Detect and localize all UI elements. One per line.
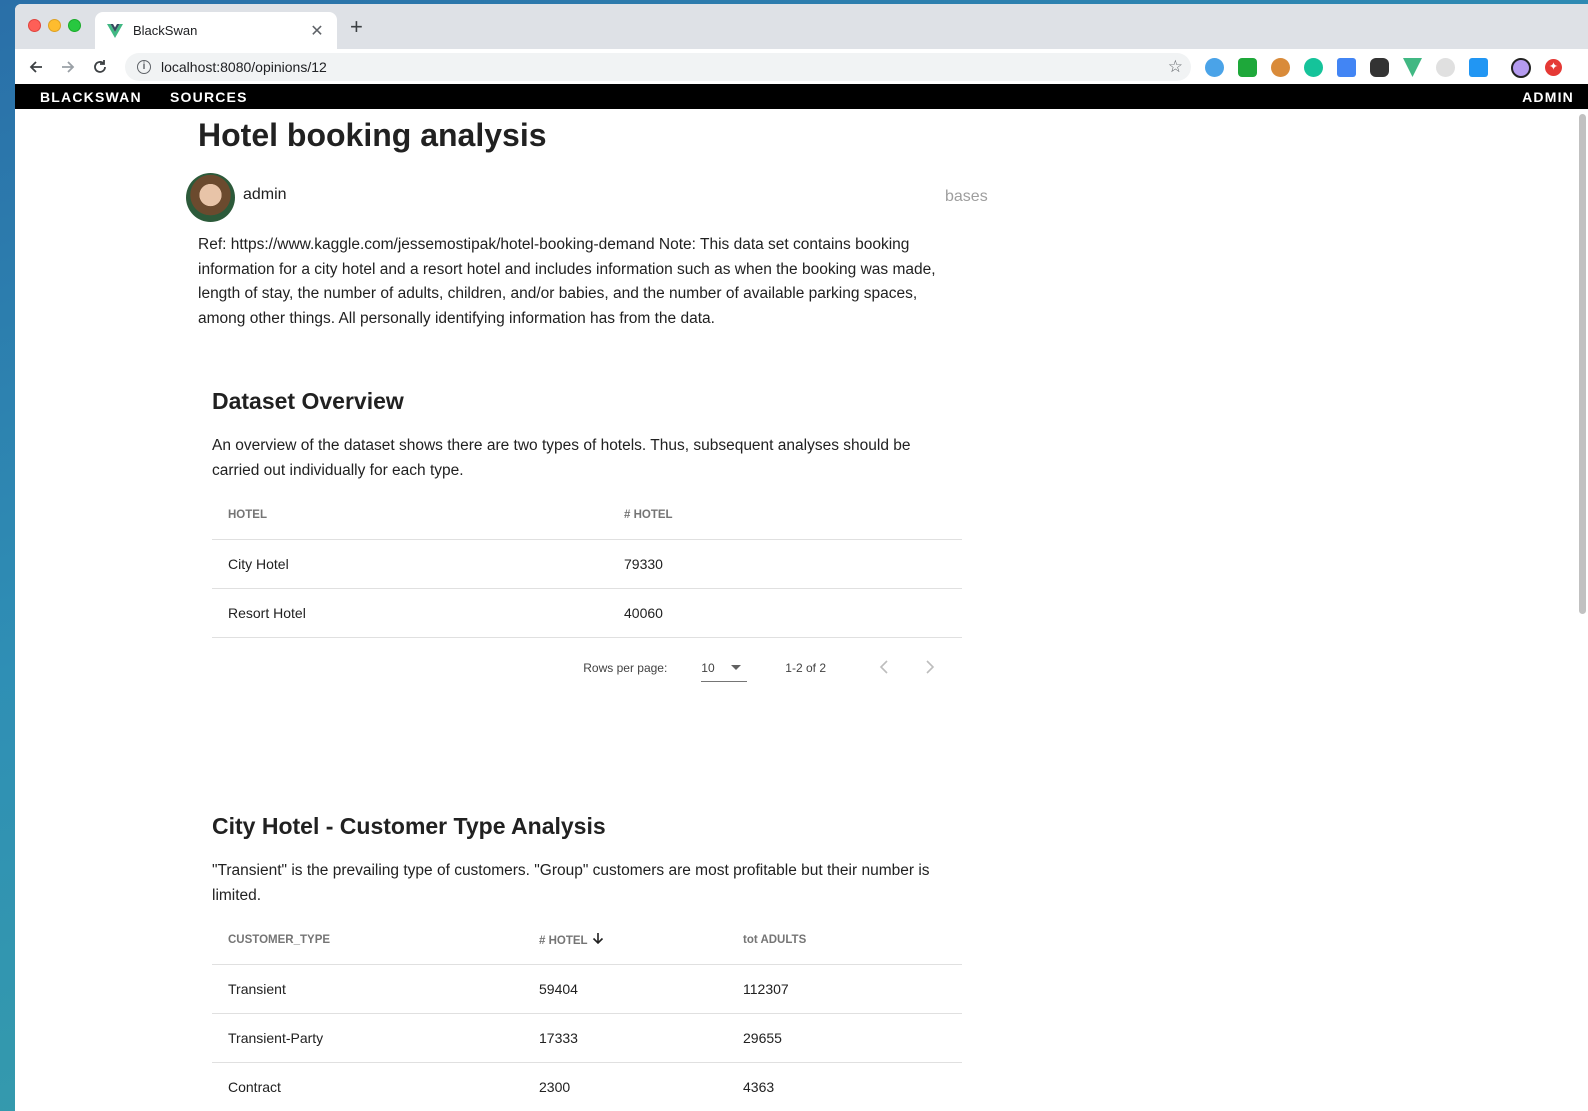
profile-avatar[interactable] bbox=[1511, 58, 1531, 78]
chevron-left-icon bbox=[879, 659, 888, 674]
rows-per-page-label: Rows per page: bbox=[583, 661, 668, 675]
extension-icon[interactable] bbox=[1370, 58, 1389, 77]
vue-devtools-icon[interactable] bbox=[1403, 58, 1422, 77]
prev-page-button[interactable] bbox=[870, 658, 898, 679]
extensions-bar bbox=[1205, 58, 1488, 77]
rows-per-page-value: 10 bbox=[701, 660, 715, 675]
extension-red-icon[interactable]: ✦ bbox=[1545, 59, 1562, 76]
table-cell: 29655 bbox=[727, 1013, 962, 1063]
maximize-window-button[interactable] bbox=[68, 19, 81, 32]
overview-title: Dataset Overview bbox=[212, 388, 404, 414]
chevron-right-icon bbox=[926, 659, 935, 674]
browser-toolbar: i localhost:8080/opinions/12 ☆ ✦ bbox=[15, 49, 1588, 85]
browser-window: BlackSwan ✕ + i localhost:8080/opinions/… bbox=[15, 4, 1588, 1111]
rows-per-page-select[interactable]: 10 bbox=[701, 660, 748, 682]
table-cell: 17333 bbox=[523, 1013, 727, 1063]
table-header-row: CUSTOMER_TYPE # HOTEL tot ADULTS bbox=[212, 916, 962, 965]
table-row: Contract 2300 4363 bbox=[212, 1062, 962, 1111]
pagination-range: 1-2 of 2 bbox=[785, 661, 826, 675]
column-header[interactable]: HOTEL bbox=[212, 491, 608, 540]
forward-button[interactable] bbox=[57, 56, 79, 78]
table-cell: Transient-Party bbox=[212, 1013, 523, 1063]
nav-sources[interactable]: SOURCES bbox=[170, 89, 248, 105]
customer-type-table: CUSTOMER_TYPE # HOTEL tot ADULTS Transie… bbox=[212, 916, 962, 1111]
table-cell: 112307 bbox=[727, 964, 962, 1014]
column-header[interactable]: # HOTEL bbox=[608, 491, 962, 540]
page-title: Hotel booking analysis bbox=[198, 117, 547, 153]
translate-icon[interactable] bbox=[1337, 58, 1356, 77]
nav-admin[interactable]: ADMIN bbox=[1522, 89, 1574, 105]
shield-extension-icon[interactable] bbox=[1238, 58, 1257, 77]
close-window-button[interactable] bbox=[28, 19, 41, 32]
table-row: Transient-Party 17333 29655 bbox=[212, 1013, 962, 1063]
table-header-row: HOTEL # HOTEL bbox=[212, 491, 962, 540]
extension-icon[interactable] bbox=[1436, 58, 1455, 77]
url-text[interactable]: localhost:8080/opinions/12 bbox=[161, 59, 327, 75]
article-content: Hotel booking analysis admin bases Ref: … bbox=[15, 109, 1588, 1111]
next-page-button[interactable] bbox=[916, 658, 944, 679]
article-tag: bases bbox=[945, 188, 988, 205]
column-header-label: # HOTEL bbox=[539, 935, 588, 948]
table-row: Transient 59404 112307 bbox=[212, 964, 962, 1014]
overview-text: An overview of the dataset shows there a… bbox=[212, 437, 911, 479]
table-cell: 40060 bbox=[608, 588, 962, 638]
column-header-sorted[interactable]: # HOTEL bbox=[523, 916, 727, 965]
reload-button[interactable] bbox=[89, 56, 111, 78]
overview-table: HOTEL # HOTEL City Hotel 79330 Resort Ho… bbox=[212, 491, 962, 638]
customer-title: City Hotel - Customer Type Analysis bbox=[212, 813, 606, 839]
tab-title: BlackSwan bbox=[133, 23, 198, 38]
table-cell: Transient bbox=[212, 964, 523, 1014]
extension-icon[interactable] bbox=[1271, 58, 1290, 77]
table-row: City Hotel 79330 bbox=[212, 539, 962, 589]
download-icon[interactable] bbox=[1469, 58, 1488, 77]
author-name: admin bbox=[243, 186, 287, 203]
minimize-window-button[interactable] bbox=[48, 19, 61, 32]
sort-arrow-down-icon bbox=[592, 933, 603, 945]
new-tab-button[interactable]: + bbox=[350, 16, 363, 38]
table-cell: 79330 bbox=[608, 539, 962, 589]
table-row: Resort Hotel 40060 bbox=[212, 588, 962, 638]
address-bar[interactable]: i localhost:8080/opinions/12 ☆ bbox=[125, 53, 1191, 81]
arrow-left-icon bbox=[29, 61, 42, 73]
site-info-icon[interactable]: i bbox=[137, 60, 151, 74]
extension-icon[interactable] bbox=[1205, 58, 1224, 77]
browser-tab[interactable]: BlackSwan ✕ bbox=[95, 12, 337, 49]
column-header[interactable]: tot ADULTS bbox=[727, 916, 962, 965]
article-intro: Ref: https://www.kaggle.com/jessemostipa… bbox=[198, 236, 936, 327]
back-button[interactable] bbox=[25, 56, 47, 78]
table-cell: 2300 bbox=[523, 1062, 727, 1111]
table-pagination: Rows per page: 10 1-2 of 2 bbox=[212, 640, 962, 696]
app-nav-bar: BLACKSWAN SOURCES ADMIN bbox=[15, 84, 1588, 109]
table-cell: City Hotel bbox=[212, 539, 608, 589]
brand-link[interactable]: BLACKSWAN bbox=[40, 89, 142, 105]
author-avatar bbox=[186, 173, 235, 222]
column-header[interactable]: CUSTOMER_TYPE bbox=[212, 916, 523, 965]
close-tab-icon[interactable]: ✕ bbox=[309, 21, 325, 41]
table-cell: Resort Hotel bbox=[212, 588, 608, 638]
bookmark-star-icon[interactable]: ☆ bbox=[1168, 57, 1183, 77]
tab-strip: BlackSwan ✕ + bbox=[15, 4, 1588, 49]
arrow-right-icon bbox=[62, 61, 75, 73]
caret-down-icon bbox=[731, 665, 742, 670]
table-cell: Contract bbox=[212, 1062, 523, 1111]
customer-text: "Transient" is the prevailing type of cu… bbox=[212, 862, 930, 904]
reload-icon bbox=[94, 60, 106, 73]
table-cell: 59404 bbox=[523, 964, 727, 1014]
grammarly-icon[interactable] bbox=[1304, 58, 1323, 77]
vue-logo-icon bbox=[107, 23, 123, 38]
table-cell: 4363 bbox=[727, 1062, 962, 1111]
